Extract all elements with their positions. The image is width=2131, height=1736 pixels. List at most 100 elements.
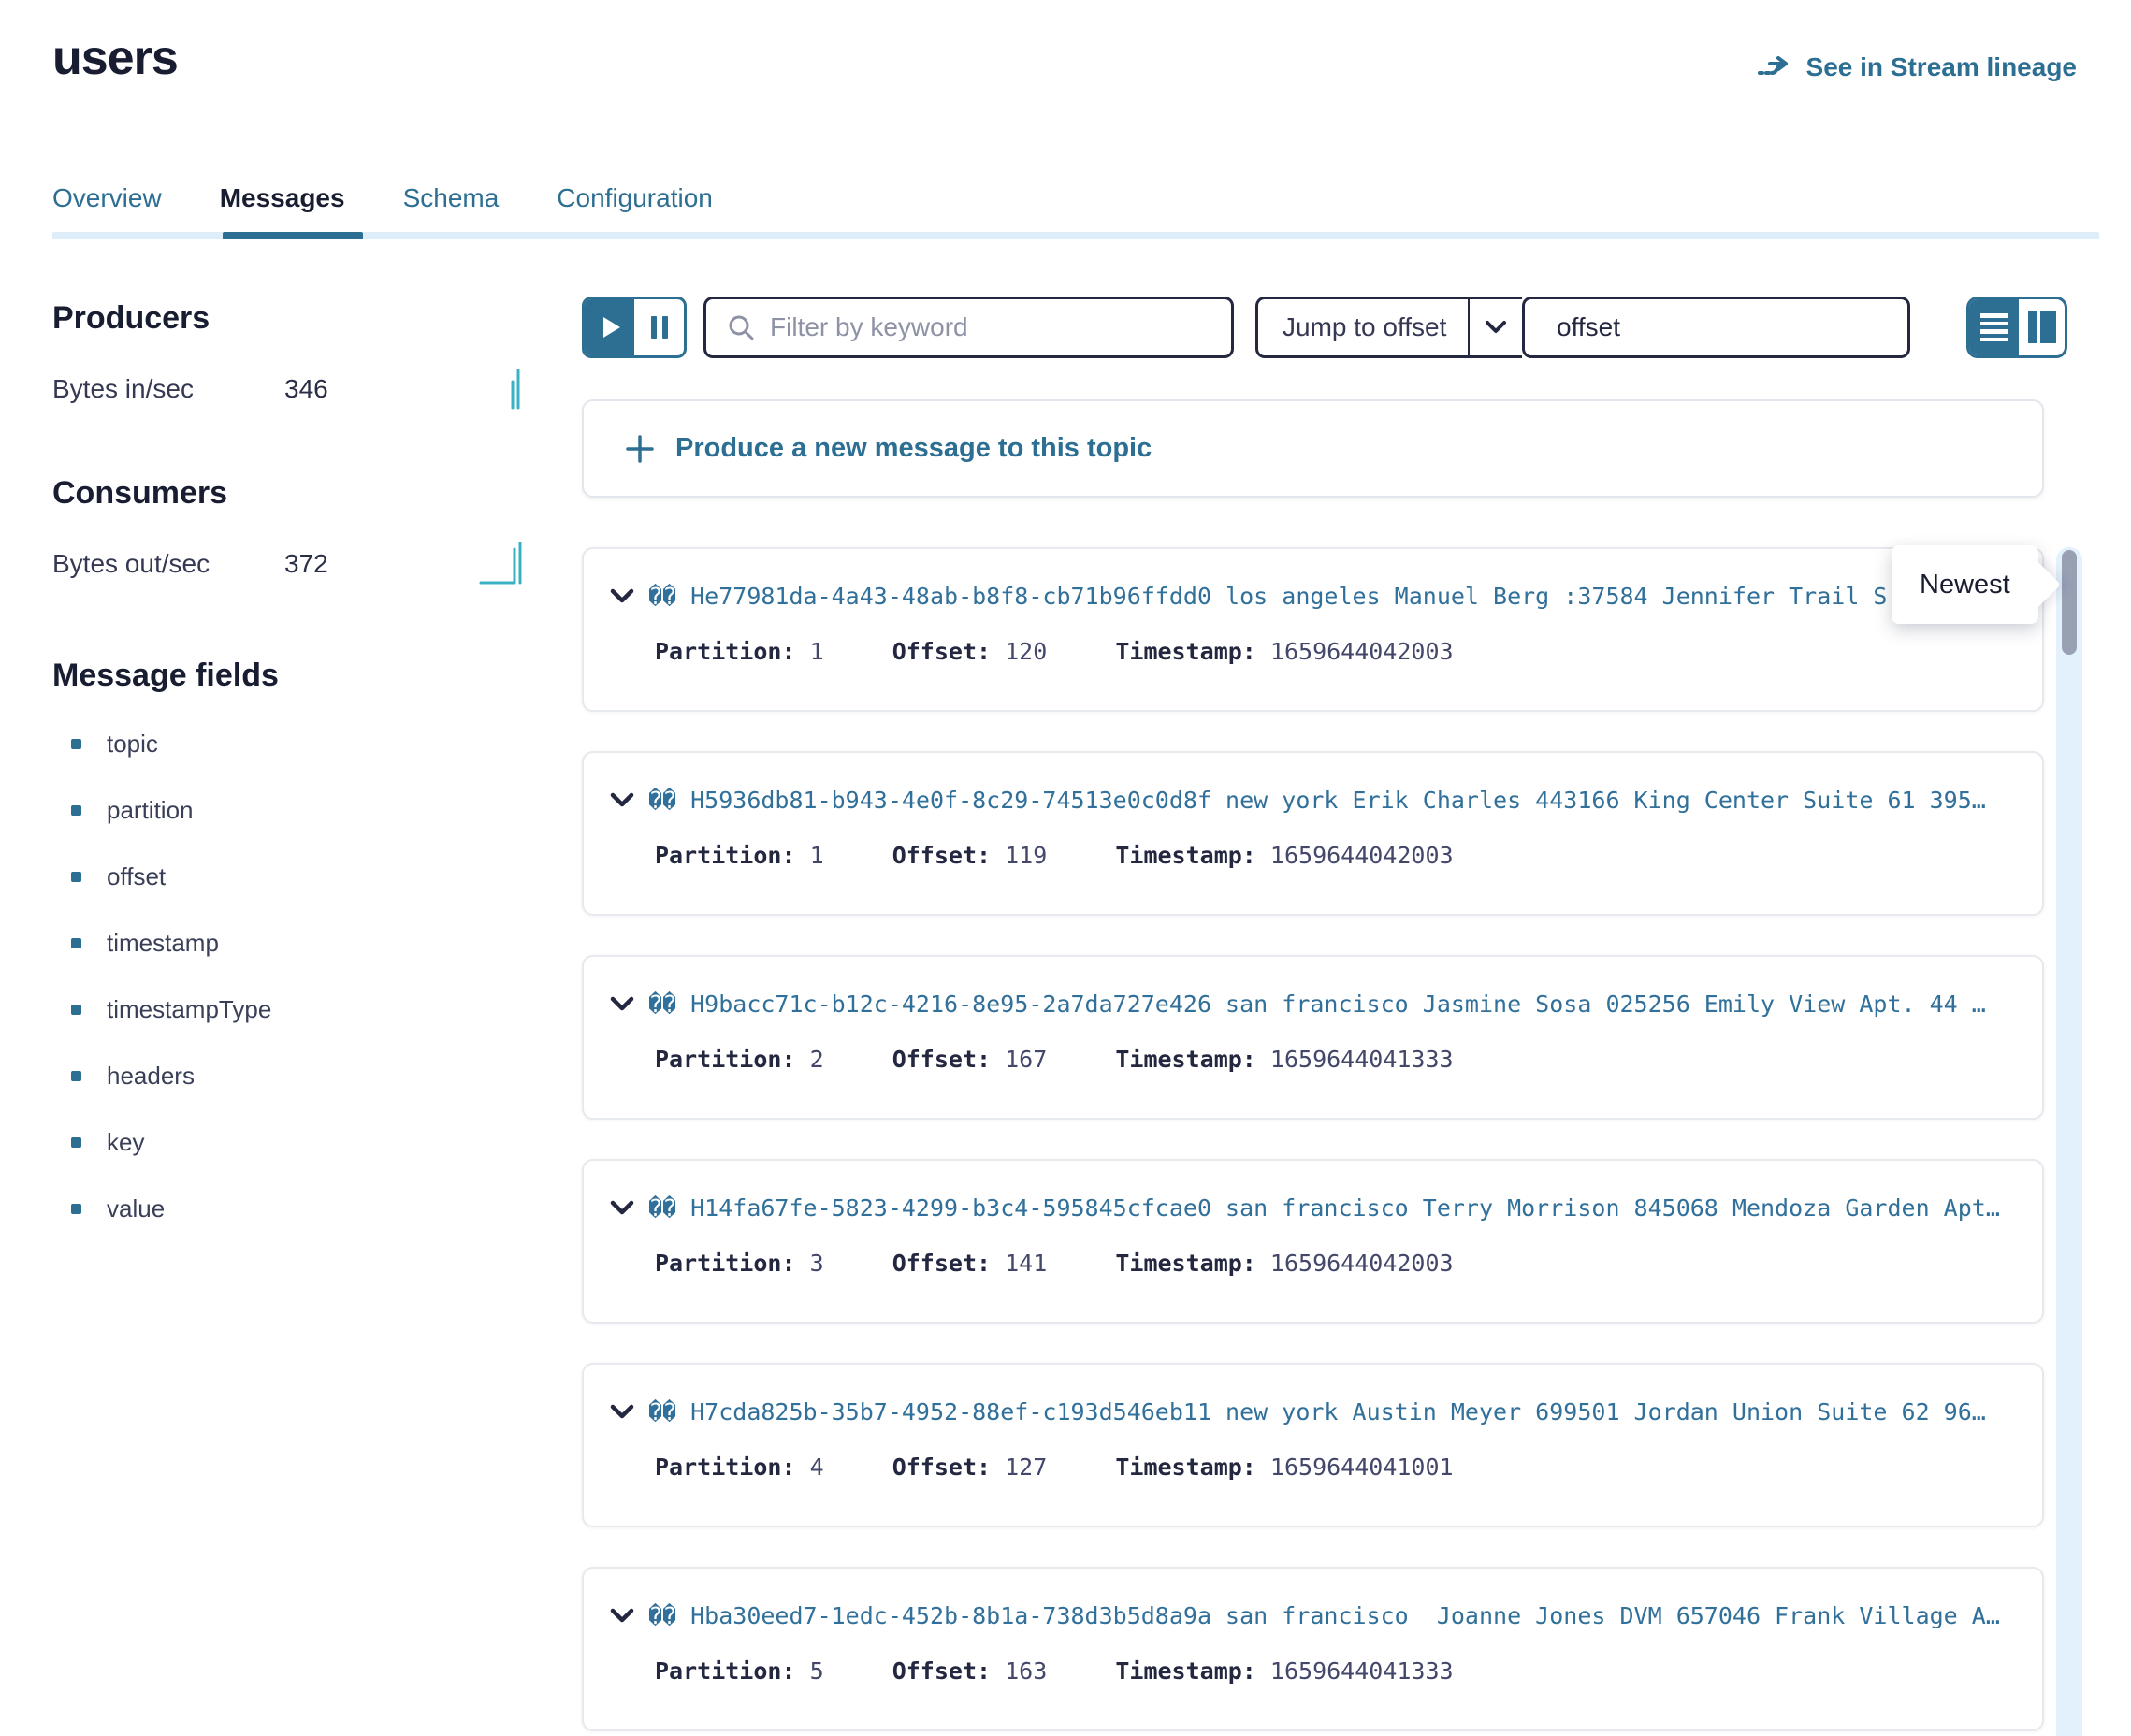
partition-label: Partition: (655, 1046, 796, 1073)
timestamp-value: 1659644042003 (1270, 1250, 1454, 1277)
jump-to-select[interactable]: Jump to offset (1255, 297, 1522, 358)
stream-lineage-link[interactable]: See in Stream lineage (1758, 52, 2077, 82)
play-icon (603, 317, 620, 338)
message-row[interactable]: �� H9bacc71c-b12c-4216-8e95-2a7da727e426… (582, 955, 2044, 1120)
message-preview-text: H7cda825b-35b7-4952-88ef-c193d546eb11 ne… (690, 1398, 1986, 1425)
chevron-down-icon[interactable] (610, 588, 634, 604)
bytes-in-label: Bytes in/sec (52, 374, 284, 404)
bytes-out-metric: Bytes out/sec 372 (52, 540, 582, 588)
message-field-item[interactable]: topic (52, 711, 582, 777)
message-field-item[interactable]: headers (52, 1043, 582, 1109)
timestamp-label: Timestamp: (1115, 638, 1256, 665)
column-view-button[interactable] (2019, 299, 2065, 355)
chevron-down-icon[interactable] (610, 1404, 634, 1420)
message-row[interactable]: �� H14fa67fe-5823-4299-b3c4-595845cfcae0… (582, 1159, 2044, 1324)
partition-value: 1 (810, 638, 824, 665)
message-row[interactable]: �� He77981da-4a43-48ab-b8f8-cb71b96ffdd0… (582, 547, 2044, 712)
message-preview-text: H14fa67fe-5823-4299-b3c4-595845cfcae0 sa… (690, 1194, 2000, 1222)
message-key-glyphs: �� (648, 1194, 676, 1222)
tab-underline-strip (52, 232, 2099, 239)
timestamp-label: Timestamp: (1115, 1250, 1256, 1277)
offset-label: Offset: (892, 1657, 991, 1685)
tab-messages[interactable]: Messages (220, 183, 345, 232)
field-bullet-icon (71, 1204, 81, 1214)
chevron-down-icon[interactable] (610, 792, 634, 808)
partition-label: Partition: (655, 1454, 796, 1481)
scrollbar-track[interactable] (2056, 547, 2082, 1736)
timestamp-label: Timestamp: (1115, 1657, 1256, 1685)
newest-tooltip: Newest (1892, 545, 2038, 624)
keyword-filter-input[interactable] (770, 312, 1210, 342)
tab-overview[interactable]: Overview (52, 183, 162, 232)
offset-value: 120 (1005, 638, 1047, 665)
message-field-item[interactable]: key (52, 1109, 582, 1176)
select-chevron-cell[interactable] (1468, 299, 1522, 355)
pause-button[interactable] (634, 299, 684, 355)
keyword-filter[interactable] (703, 297, 1234, 358)
timestamp-label: Timestamp: (1115, 842, 1256, 869)
bytes-out-label: Bytes out/sec (52, 549, 284, 579)
message-field-item[interactable]: timestampType (52, 976, 582, 1043)
partition-value: 2 (810, 1046, 824, 1073)
bytes-in-value: 346 (284, 374, 328, 404)
produce-message-button[interactable]: Produce a new message to this topic (582, 399, 2044, 498)
timestamp-value: 1659644041001 (1270, 1454, 1454, 1481)
column-view-icon (2028, 311, 2037, 343)
field-bullet-icon (71, 872, 81, 882)
message-meta-line: Partition: 4 Offset: 127 Timestamp: 1659… (655, 1454, 2014, 1481)
message-preview-text: H9bacc71c-b12c-4216-8e95-2a7da727e426 sa… (690, 991, 1986, 1018)
offset-value: 127 (1005, 1454, 1047, 1481)
message-row[interactable]: �� Hba30eed7-1edc-452b-8b1a-738d3b5d8a9a… (582, 1567, 2044, 1731)
tab-configuration[interactable]: Configuration (557, 183, 713, 232)
message-row[interactable]: �� H7cda825b-35b7-4952-88ef-c193d546eb11… (582, 1363, 2044, 1527)
partition-value: 3 (810, 1250, 824, 1277)
chevron-down-icon[interactable] (610, 1608, 634, 1624)
offset-value: 167 (1005, 1046, 1047, 1073)
producers-heading: Producers (52, 300, 582, 337)
message-row[interactable]: �� H5936db81-b943-4e0f-8c29-74513e0c0d8f… (582, 751, 2044, 916)
chevron-down-icon[interactable] (610, 1200, 634, 1216)
message-field-item[interactable]: partition (52, 777, 582, 844)
scrollbar-thumb[interactable] (2062, 550, 2077, 655)
timestamp-value: 1659644042003 (1270, 842, 1454, 869)
pause-icon (651, 316, 657, 339)
message-preview-line: �� He77981da-4a43-48ab-b8f8-cb71b96ffdd0… (610, 583, 2014, 610)
partition-value: 1 (810, 842, 824, 869)
message-field-item[interactable]: offset (52, 844, 582, 910)
message-key-glyphs: �� (648, 1398, 676, 1425)
message-preview-line: �� Hba30eed7-1edc-452b-8b1a-738d3b5d8a9a… (610, 1602, 2014, 1629)
field-bullet-icon (71, 805, 81, 816)
message-meta-line: Partition: 2 Offset: 167 Timestamp: 1659… (655, 1046, 2014, 1073)
field-label: offset (107, 862, 166, 891)
offset-label: Offset: (892, 638, 991, 665)
message-meta-line: Partition: 5 Offset: 163 Timestamp: 1659… (655, 1657, 2014, 1685)
list-view-button[interactable] (1969, 299, 2019, 355)
plus-icon (625, 434, 655, 464)
tab-schema[interactable]: Schema (403, 183, 500, 232)
message-key-glyphs: �� (648, 1602, 676, 1629)
offset-value: 163 (1005, 1657, 1047, 1685)
message-field-item[interactable]: timestamp (52, 910, 582, 976)
message-meta-line: Partition: 1 Offset: 120 Timestamp: 1659… (655, 638, 2014, 665)
chevron-down-icon (1485, 320, 1507, 335)
field-bullet-icon (71, 1005, 81, 1015)
produce-message-label: Produce a new message to this topic (675, 433, 1152, 464)
play-button[interactable] (585, 299, 634, 355)
message-preview-text: Hba30eed7-1edc-452b-8b1a-738d3b5d8a9a sa… (690, 1602, 2000, 1629)
offset-search[interactable] (1522, 297, 1910, 358)
active-tab-indicator (223, 232, 363, 239)
dashed-arrow-icon (1758, 55, 1793, 80)
chevron-down-icon[interactable] (610, 996, 634, 1012)
field-label: value (107, 1194, 165, 1223)
play-pause-toggle[interactable] (582, 297, 687, 358)
message-preview-line: �� H9bacc71c-b12c-4216-8e95-2a7da727e426… (610, 991, 2014, 1018)
message-meta-line: Partition: 1 Offset: 119 Timestamp: 1659… (655, 842, 2014, 869)
offset-search-input[interactable] (1557, 312, 1894, 342)
message-field-item[interactable]: value (52, 1176, 582, 1242)
messages-panel: Jump to offset (582, 249, 2131, 1731)
field-label: timestampType (107, 995, 271, 1024)
field-label: timestamp (107, 929, 219, 958)
view-mode-toggle[interactable] (1966, 297, 2067, 358)
message-key-glyphs: �� (648, 787, 676, 814)
partition-label: Partition: (655, 638, 796, 665)
